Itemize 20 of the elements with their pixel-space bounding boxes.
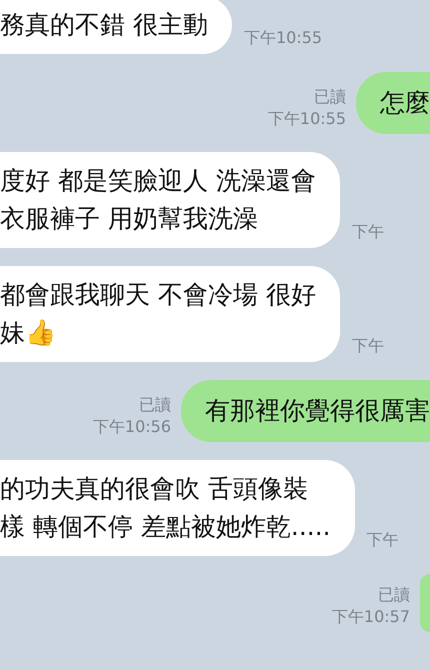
message-text: 有那裡你覺得很厲害 [205,395,430,427]
message-text: 怎麼 [380,87,430,119]
message-text: 的功夫真的很會吹 舌頭像裝 [0,473,309,505]
message-time: 下午 [366,529,399,551]
message-time: 下午10:55 [268,108,346,130]
message-time: 下午10:56 [92,416,171,438]
read-receipt: 已讀 [139,394,171,416]
message-text: 衣服褲子 用奶幫我洗澡 [0,203,259,235]
message-time: 下午10:55 [244,27,322,49]
message-text: 度好 都是笑臉迎人 洗澡還會 [0,165,316,197]
message-time: 下午 [352,221,384,243]
message-text: 務真的不錯 很主動 [0,9,208,41]
message-time: 下午 [352,335,384,357]
message-bubble [420,574,430,632]
message-text: 樣 轉個不停 差點被她炸乾..... [0,511,331,543]
message-time: 下午10:57 [332,606,410,628]
read-receipt: 已讀 [314,86,346,108]
message-text: 都會跟我聊天 不會冷場 很好 [0,279,316,311]
read-receipt: 已讀 [378,584,410,606]
message-text: 妹👍 [0,317,57,349]
